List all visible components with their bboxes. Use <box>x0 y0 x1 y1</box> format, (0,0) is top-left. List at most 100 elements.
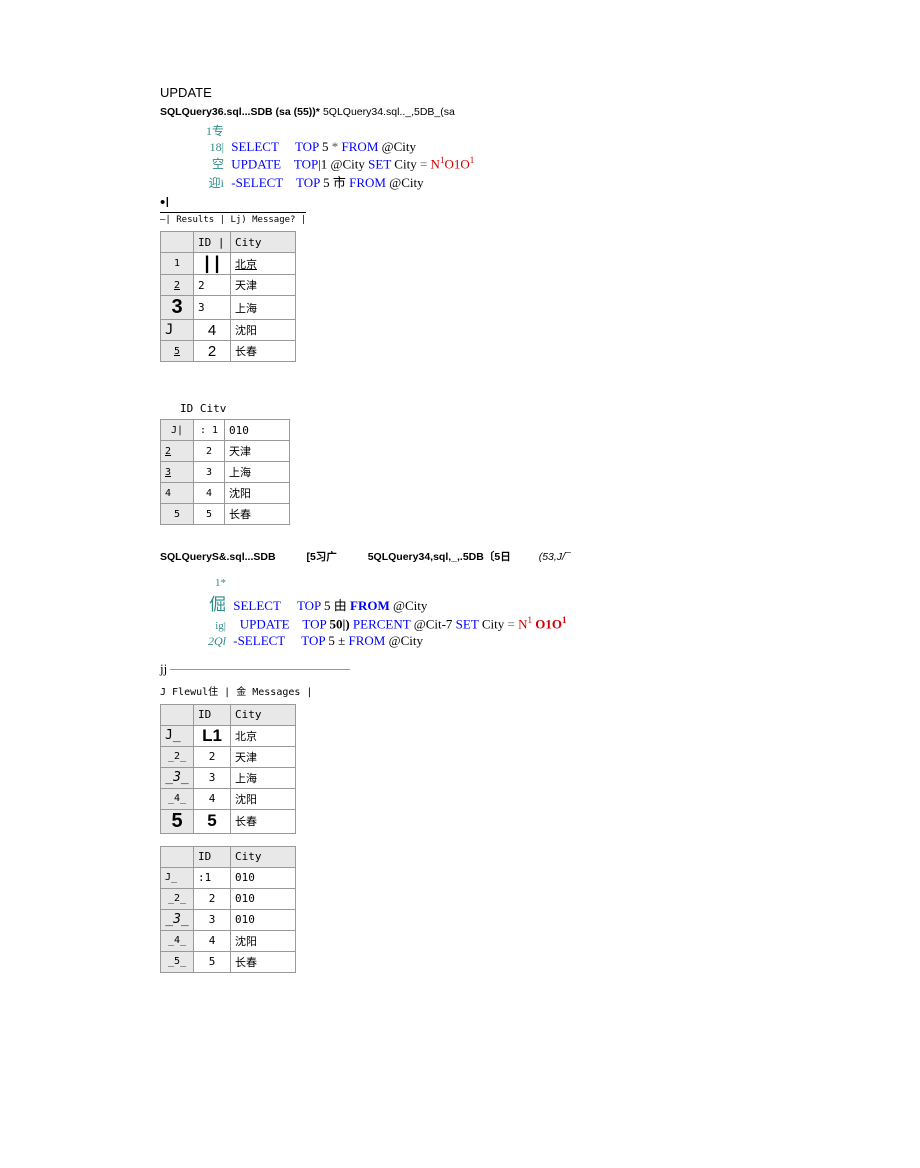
line-margin: 1专 <box>190 122 224 139</box>
txt: 市 <box>333 175 346 190</box>
kw: SET <box>456 617 479 632</box>
cell: 5 <box>194 504 225 525</box>
tab-inactive[interactable]: 5QLQuery34.sql.._,5DB_(sa <box>323 106 455 118</box>
cell: 2 <box>194 275 231 296</box>
section-heading: UPDATE <box>160 85 760 100</box>
results-table-4: ID City J_:1010 _2_2010 _3_3010 _4_4沈阳 _… <box>160 846 296 973</box>
kw: FROM <box>350 598 390 613</box>
cell: 3 <box>194 767 231 788</box>
cell: 4 <box>194 930 231 951</box>
cell: 天津 <box>231 746 296 767</box>
kw: TOP <box>296 175 320 190</box>
row-hdr: J| <box>161 420 194 441</box>
tab[interactable]: SQLQueryS&.sql...SDB <box>160 551 276 563</box>
results-table-1: ID | City 1| |北京 22天津 33上海 J4沈阳 52长春 <box>160 231 296 362</box>
txt: 5 <box>323 175 330 190</box>
txt: N <box>431 156 440 171</box>
col-hdr <box>161 846 194 867</box>
kw: -SELECT <box>231 175 283 190</box>
txt: 5 <box>322 139 329 154</box>
txt: @City <box>382 139 416 154</box>
query-tabs-2: SQLQueryS&.sql...SDB [5习广 5QLQuery34,sql… <box>160 549 760 564</box>
tab-active[interactable]: SQLQuery36.sql...SDB (sa (55))* <box>160 106 320 118</box>
col-hdr: ID <box>194 704 231 725</box>
cell: 3 <box>194 909 231 930</box>
cell: 北京 <box>231 725 296 746</box>
cell: 010 <box>225 420 290 441</box>
cell: L1 <box>194 725 231 746</box>
col-hdr: City <box>231 232 296 253</box>
row-hdr: 3 <box>161 462 194 483</box>
col-hdr <box>161 232 194 253</box>
cell: 010 <box>231 888 296 909</box>
cell: 5 <box>194 809 231 833</box>
txt: City <box>482 617 504 632</box>
line-margin: 迎i <box>190 174 224 191</box>
kw: FROM <box>349 175 386 190</box>
cell: | | <box>194 253 231 275</box>
query-tabs-1: SQLQuery36.sql...SDB (sa (55))* 5QLQuery… <box>160 106 760 118</box>
cell: 长春 <box>231 809 296 833</box>
txt: 50|) <box>329 617 349 632</box>
txt: 5 ± <box>328 633 345 648</box>
cell: 北京 <box>231 253 296 275</box>
txt: 1 <box>562 615 567 625</box>
cell: 2 <box>194 441 225 462</box>
kw: SELECT <box>233 598 281 613</box>
cell: 2 <box>194 888 231 909</box>
col-hdr: City <box>231 846 296 867</box>
cell: 沈阳 <box>225 483 290 504</box>
cell: :1 <box>194 867 231 888</box>
col-hdr: ID <box>194 846 231 867</box>
row-hdr: _5_ <box>161 951 194 972</box>
row-hdr: J <box>161 320 194 341</box>
row-hdr: _3_ <box>161 767 194 788</box>
cell: 5 <box>194 951 231 972</box>
txt: = <box>420 156 427 171</box>
tab[interactable]: 5QLQuery34,sql,_,.5DB〔5日(53,J/¯ <box>368 551 599 563</box>
cell: 4 <box>194 320 231 341</box>
txt: * <box>332 139 339 154</box>
row-hdr: 4 <box>161 483 194 504</box>
row-hdr: _3_ <box>161 909 194 930</box>
kw: TOP <box>294 156 318 171</box>
cell: 长春 <box>231 951 296 972</box>
row-hdr: 1 <box>161 253 194 275</box>
cell: 天津 <box>231 275 296 296</box>
kw: TOP <box>297 598 321 613</box>
cell: 长春 <box>231 341 296 362</box>
cell: 2 <box>194 341 231 362</box>
line-margin: ig| <box>190 620 226 632</box>
line-margin: 18| <box>190 140 224 155</box>
col-hdr <box>161 704 194 725</box>
cell: : 1 <box>194 420 225 441</box>
tab[interactable]: [5习广 <box>306 551 336 563</box>
col-hdr: ID | <box>194 232 231 253</box>
row-hdr: _4_ <box>161 930 194 951</box>
cell: 长春 <box>225 504 290 525</box>
cursor-marker: •I <box>160 195 760 210</box>
cell: 上海 <box>225 462 290 483</box>
cell: 沈阳 <box>231 320 296 341</box>
sql-code-block-1: 1专 18| SELECT TOP 5 * FROM @City 空 UPDAT… <box>190 122 760 191</box>
cell: 沈阳 <box>231 930 296 951</box>
row-hdr: _2_ <box>161 746 194 767</box>
line-margin: 倔 <box>190 590 226 615</box>
txt: O1O <box>444 156 469 171</box>
cell: 上海 <box>231 767 296 788</box>
cell: 沈阳 <box>231 788 296 809</box>
kw: FROM <box>349 633 386 648</box>
txt: @City <box>389 633 423 648</box>
txt: City <box>394 156 416 171</box>
txt: 1 <box>470 155 475 165</box>
results-tabs: —| Results | Lj) Message? | <box>160 212 306 225</box>
document-page: UPDATE SQLQuery36.sql...SDB (sa (55))* 5… <box>0 0 920 973</box>
txt: O1O <box>532 617 562 632</box>
results-table-2: J|: 1010 22天津 33上海 44沈阳 55长春 <box>160 419 290 525</box>
results-tabs-2: J Flewul住 | 金 Messages | <box>160 683 760 698</box>
txt: |1 @City <box>318 156 365 171</box>
kw: UPDATE <box>240 617 290 632</box>
cell: 2 <box>194 746 231 767</box>
line-margin: 1* <box>190 577 226 589</box>
txt: @Cit-7 <box>414 617 453 632</box>
